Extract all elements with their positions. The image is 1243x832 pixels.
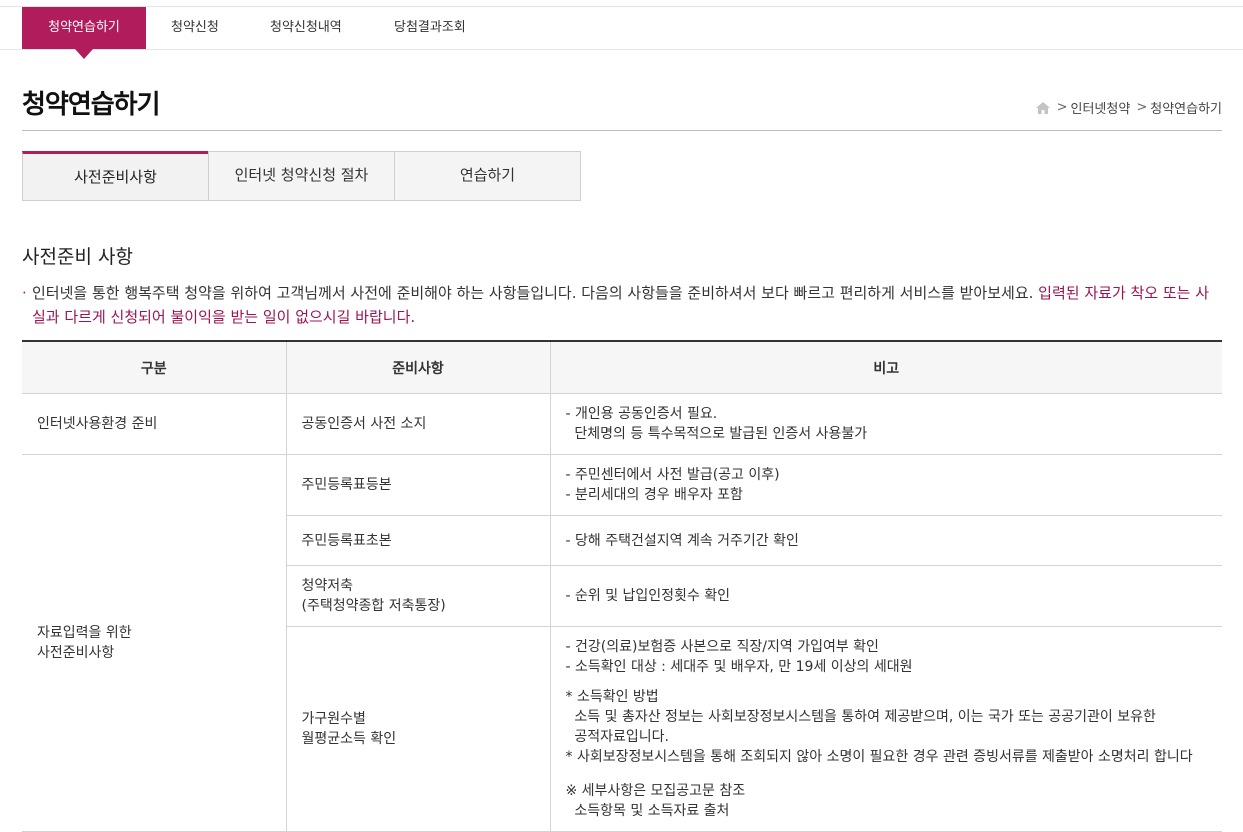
cell-item: 가구원수별 월평균소득 확인 [285,626,550,832]
cell-note: - 건강(의료)보험증 사본으로 직장/지역 가입여부 확인 - 소득확인 대상… [549,626,1222,832]
section-title: 사전준비 사항 [22,246,133,268]
top-border [0,0,1243,7]
note-line: - 순위 및 납입인정횟수 확인 [565,588,731,604]
cell-item: 청약저축 (주택청약종합 저축통장) [285,565,550,627]
sub-tabs: 사전준비사항 인터넷 청약신청 절차 연습하기 [22,151,581,201]
active-indicator-arrow [75,49,93,59]
tab-practice[interactable]: 연습하기 [394,151,581,201]
nav-practice[interactable]: 청약연습하기 [22,7,146,59]
nav-result[interactable]: 당첨결과조회 [394,7,466,49]
breadcrumb-separator: > [1056,100,1068,115]
home-icon[interactable] [1035,101,1051,115]
breadcrumb-separator: > [1136,100,1148,115]
breadcrumb-item-practice[interactable]: 청약연습하기 [1150,98,1222,117]
bullet-icon: · [22,284,27,302]
table-row: 자료입력을 위한 사전준비사항 주민등록표등본 - 주민센터에서 사전 발급(공… [22,454,1222,832]
cell-note: - 개인용 공동인증서 필요. 단체명의 등 특수목적으로 발급된 인증서 사용… [549,393,1222,455]
nav-apply-history[interactable]: 청약신청내역 [270,7,342,49]
cell-item: 주민등록표초본 [285,515,550,566]
note-line: ※ 세부사항은 모집공고문 참조 [565,783,746,799]
nav-practice-label: 청약연습하기 [48,20,120,35]
tab-procedure[interactable]: 인터넷 청약신청 절차 [208,151,395,201]
breadcrumb-item-internet-apply[interactable]: 인터넷청약 [1071,98,1131,117]
top-navigation: 청약연습하기 청약신청 청약신청내역 당첨결과조회 [0,7,1243,59]
intro-text: 인터넷을 통한 행복주택 청약을 위하여 고객님께서 사전에 준비해야 하는 사… [32,284,1039,302]
nav-apply[interactable]: 청약신청 [171,7,219,49]
note-line: - 소득확인 대상 : 세대주 및 배우자, 만 19세 이상의 세대원 [565,659,913,675]
header-category: 구분 [22,340,286,394]
cell-category: 자료입력을 위한 사전준비사항 [22,454,286,832]
note-line: - 분리세대의 경우 배우자 포함 [565,487,743,503]
page-title: 청약연습하기 [22,90,161,120]
note-line: - 건강(의료)보험증 사본으로 직장/지역 가입여부 확인 [565,639,879,655]
note-line: - 개인용 공동인증서 필요. [565,406,718,422]
note-spacer [566,767,1208,781]
note-line: 소득항목 및 소득자료 출처 [565,803,730,819]
cell-item: 공동인증서 사전 소지 [285,393,550,455]
note-line: * 사회보장정보시스템을 통해 조회되지 않아 소명이 필요한 경우 관련 증빙… [565,749,1193,765]
note-line: 단체명의 등 특수목적으로 발급된 인증서 사용불가 [565,426,868,442]
cell-note: - 주민센터에서 사전 발급(공고 이후) - 분리세대의 경우 배우자 포함 [549,454,1222,516]
breadcrumb: > 인터넷청약 > 청약연습하기 [1035,98,1222,117]
note-line: 공적자료입니다. [565,729,670,745]
title-divider [22,130,1222,131]
cell-item: 주민등록표등본 [285,454,550,516]
cell-note: - 순위 및 납입인정횟수 확인 [549,565,1222,627]
table-row: 인터넷사용환경 준비 공동인증서 사전 소지 - 개인용 공동인증서 필요. 단… [22,393,1222,455]
tab-preparation[interactable]: 사전준비사항 [22,151,209,201]
note-spacer [566,677,1208,687]
preparation-table: 구분 준비사항 비고 인터넷사용환경 준비 공동인증서 사전 소지 - 개인용 … [22,340,1222,832]
header-item: 준비사항 [285,340,550,394]
table-header-row: 구분 준비사항 비고 [22,340,1222,394]
intro-paragraph: · 인터넷을 통한 행복주택 청약을 위하여 고객님께서 사전에 준비해야 하는… [22,281,1222,329]
note-line: * 소득확인 방법 [565,689,659,705]
note-line: 소득 및 총자산 정보는 사회보장정보시스템을 통하여 제공받으며, 이는 국가… [565,709,1156,725]
note-line: - 주민센터에서 사전 발급(공고 이후) [565,467,780,483]
note-line: - 당해 주택건설지역 계속 거주기간 확인 [565,532,799,549]
cell-category: 인터넷사용환경 준비 [22,393,286,455]
header-note: 비고 [549,340,1222,394]
cell-note: - 당해 주택건설지역 계속 거주기간 확인 [549,515,1222,566]
